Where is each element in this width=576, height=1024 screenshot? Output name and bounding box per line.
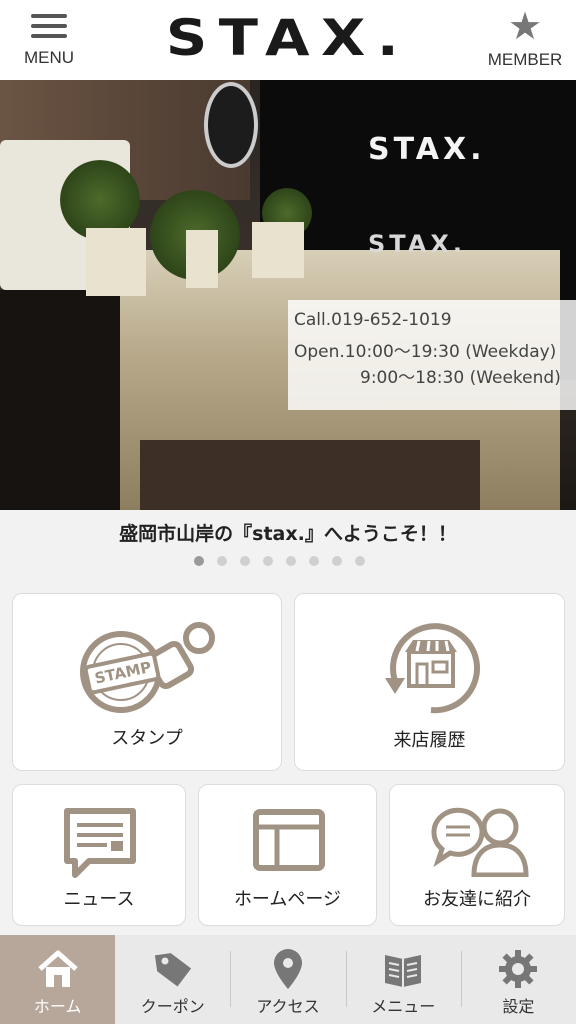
store-info-box: Call.019-652-1019 Open.10:00～19:30 (Week… [288,300,576,410]
carousel-dots[interactable] [194,556,365,568]
carousel-dot[interactable] [309,556,319,566]
nav-home[interactable]: ホーム [0,935,116,1024]
member-label: MEMBER [487,50,563,69]
hero-sign: STAX. [368,132,486,167]
nav-settings-label: 設定 [502,997,535,1016]
app-header: MENU STAX. ★ MEMBER [0,0,576,80]
menu-label: MENU [23,48,75,67]
map-pin-icon [274,949,302,989]
bottom-navigation: ホーム クーポン アクセス メニュー 設定 [0,935,576,1024]
nav-access[interactable]: アクセス [230,935,345,1024]
carousel-dot[interactable] [355,556,365,566]
homepage-tile[interactable]: ホームページ [198,784,377,926]
hours-weekend: 9:00～18:30 (Weekend) [360,368,561,388]
visit-history-icon [385,623,481,714]
stamp-icon: STAMP [80,622,215,713]
homepage-label: ホームページ [233,889,342,910]
nav-access-label: アクセス [256,997,320,1016]
phone-number: Call.019-652-1019 [294,310,452,330]
visit-history-tile[interactable]: 来店履歴 [294,593,565,771]
tag-icon [154,953,191,987]
nav-coupon[interactable]: クーポン [115,935,230,1024]
hero-sign-2: STAX. [368,230,466,258]
news-label: ニュース [63,889,135,910]
nav-menu[interactable]: メニュー [345,935,461,1024]
carousel-dot[interactable] [194,556,204,566]
logo: STAX. [165,9,411,67]
hero-pot [86,228,146,296]
news-icon [64,808,136,878]
stamp-label: スタンプ [111,728,183,749]
member-button[interactable]: ★ MEMBER [482,6,568,72]
refer-friend-icon [431,807,529,877]
book-icon [385,955,422,987]
news-tile[interactable]: ニュース [12,784,186,926]
carousel-dot[interactable] [263,556,273,566]
browser-icon [253,809,325,871]
nav-menu-label: メニュー [371,997,436,1016]
hamburger-icon [31,12,67,40]
refer-friend-label: お友達に紹介 [423,889,531,910]
carousel-dot[interactable] [286,556,296,566]
hero-pot [252,222,304,278]
star-icon: ★ [507,4,543,48]
hero-banner[interactable]: STAX. STAX. Call.019-652-1019 Open.10:00… [0,80,576,510]
welcome-message: 盛岡市山岸の『stax.』へようこそ！！ [119,523,457,545]
nav-home-label: ホーム [33,997,82,1016]
hero-clock [204,82,258,168]
hero-pot [186,230,218,288]
gear-icon [499,950,538,988]
carousel-dot[interactable] [217,556,227,566]
hero-floor [140,440,480,510]
hours-weekday: Open.10:00～19:30 (Weekday) [294,342,557,362]
carousel-dot[interactable] [332,556,342,566]
carousel-dot[interactable] [240,556,250,566]
nav-settings[interactable]: 設定 [460,935,576,1024]
refer-friend-tile[interactable]: お友達に紹介 [389,784,565,926]
stamp-tile[interactable]: STAMP スタンプ [12,593,282,771]
hero-counter-side [0,290,140,510]
home-icon [37,950,78,987]
menu-button[interactable]: MENU [14,10,84,72]
nav-coupon-label: クーポン [140,997,205,1016]
visit-history-label: 来店履歴 [393,730,466,751]
